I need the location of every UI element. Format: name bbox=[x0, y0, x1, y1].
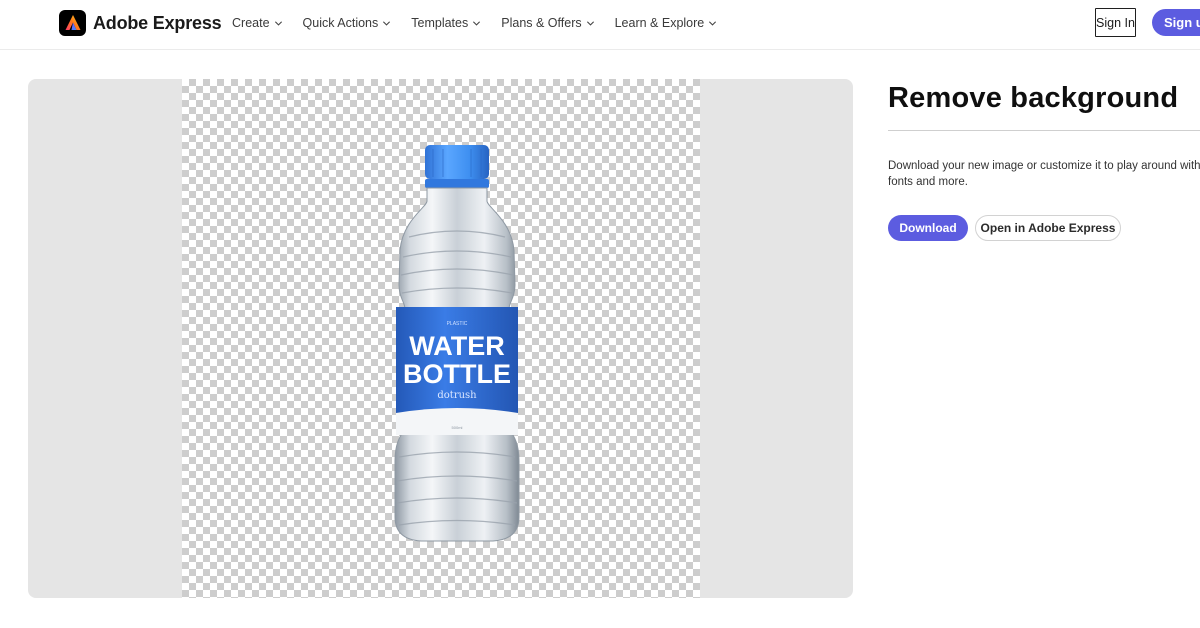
label-volume: 500ml bbox=[452, 425, 463, 430]
brand-name: Adobe Express bbox=[93, 12, 222, 33]
top-navigation-bar: Adobe Express Create Quick Actions Templ… bbox=[0, 0, 1200, 50]
chevron-down-icon bbox=[586, 20, 594, 26]
chevron-down-icon bbox=[274, 20, 282, 26]
nav-item-label: Quick Actions bbox=[302, 16, 379, 30]
label-small-text: PLASTIC bbox=[447, 321, 468, 327]
nav-item-label: Plans & Offers bbox=[501, 16, 582, 30]
brand-link[interactable]: Adobe Express bbox=[59, 10, 222, 36]
transparent-background: PLASTIC WATER BOTTLE dotrush 500ml bbox=[182, 79, 700, 598]
nav-item-label: Create bbox=[232, 16, 270, 30]
divider bbox=[888, 130, 1200, 131]
chevron-down-icon bbox=[709, 20, 717, 26]
nav-item-create[interactable]: Create bbox=[232, 16, 283, 30]
nav-item-learn-explore[interactable]: Learn & Explore bbox=[615, 16, 718, 30]
image-preview-area: PLASTIC WATER BOTTLE dotrush 500ml bbox=[28, 79, 853, 598]
nav-item-quick-actions[interactable]: Quick Actions bbox=[303, 16, 392, 30]
open-in-adobe-express-button[interactable]: Open in Adobe Express bbox=[975, 215, 1121, 241]
label-line-2: BOTTLE bbox=[403, 359, 511, 389]
download-button[interactable]: Download bbox=[888, 215, 968, 241]
label-brand: dotrush bbox=[437, 390, 477, 401]
nav-item-label: Learn & Explore bbox=[614, 16, 705, 30]
sign-in-button[interactable]: Sign In bbox=[1095, 8, 1136, 37]
chevron-down-icon bbox=[383, 20, 391, 26]
water-bottle-image: PLASTIC WATER BOTTLE dotrush 500ml bbox=[394, 145, 520, 542]
chevron-down-icon bbox=[473, 20, 481, 26]
label-line-1: WATER bbox=[409, 331, 505, 361]
adobe-express-logo-icon bbox=[59, 10, 86, 36]
panel-description: Download your new image or customize it … bbox=[888, 160, 1200, 188]
page-title: Remove background bbox=[888, 82, 1179, 114]
nav-item-templates[interactable]: Templates bbox=[411, 16, 481, 30]
main-nav: Create Quick Actions Templates Plans & O… bbox=[232, 16, 737, 30]
nav-item-plans-offers[interactable]: Plans & Offers bbox=[501, 16, 594, 30]
sign-up-button[interactable]: Sign up bbox=[1152, 9, 1200, 36]
nav-item-label: Templates bbox=[411, 16, 469, 30]
